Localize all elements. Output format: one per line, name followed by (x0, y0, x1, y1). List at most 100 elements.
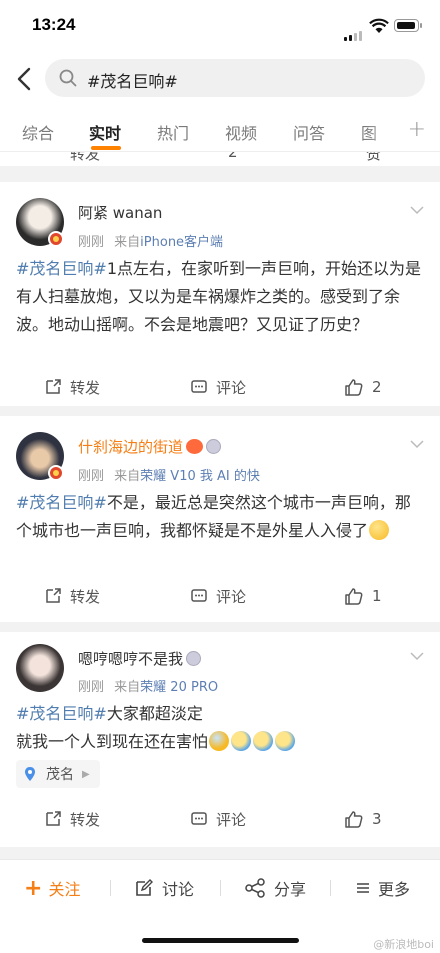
more-button[interactable]: 更多 (356, 876, 410, 900)
location-pin-icon (25, 767, 35, 781)
source-prefix: 来自 (114, 235, 141, 250)
comment-icon (191, 589, 207, 602)
repost-label: 转发 (70, 587, 101, 606)
location-tag[interactable]: 茂名 ▶ (16, 760, 100, 788)
post-source[interactable]: 荣耀 20 PRO (140, 680, 218, 695)
search-query: #茂名巨响# (87, 72, 178, 91)
comment-label: 评论 (216, 587, 247, 606)
post-actions: 转发 评论 3 (0, 802, 440, 836)
follow-label: 关注 (48, 880, 81, 899)
active-tab-indicator (91, 146, 121, 150)
post-body: 大家都超淡定 (106, 704, 203, 723)
tab-video[interactable]: 视频 (225, 120, 257, 144)
repost-label: 转发 (70, 810, 101, 829)
like-button[interactable]: 1 (344, 579, 382, 613)
share-icon (245, 878, 265, 898)
battery-icon (394, 19, 422, 32)
comment-label: 评论 (216, 810, 247, 829)
share-label: 分享 (274, 880, 307, 899)
post-meta: 刚刚 来自iPhone客户端 (78, 231, 223, 250)
like-count: 2 (372, 378, 382, 396)
comment-button[interactable]: 评论 (190, 579, 246, 613)
bottom-action-bar: + 关注 讨论 分享 更多 @新浪地boi (0, 859, 440, 953)
post-time: 刚刚 (78, 235, 105, 250)
post-text: #茂名巨响#大家都超淡定 就我一个人到现在还在害怕 (16, 700, 426, 756)
discuss-label: 讨论 (162, 880, 195, 899)
like-button[interactable]: 3 (344, 802, 382, 836)
prev-like[interactable]: 赞 (366, 152, 381, 164)
wifi-icon (369, 18, 389, 33)
post-source[interactable]: 荣耀 V10 我 AI 的快 (140, 469, 260, 484)
chevron-right-icon: ▶ (82, 768, 90, 780)
chevron-down-icon[interactable] (410, 440, 424, 449)
level-badge-icon (186, 651, 202, 666)
comment-button[interactable]: 评论 (190, 802, 246, 836)
post-username[interactable]: 什刹海边的街道 (78, 436, 222, 457)
repost-button[interactable]: 转发 (44, 802, 100, 836)
divider (110, 880, 111, 896)
signal-icon (344, 22, 364, 41)
repost-label: 转发 (70, 378, 101, 397)
post-meta: 刚刚 来自荣耀 V10 我 AI 的快 (78, 465, 260, 484)
tab-qa[interactable]: 问答 (293, 120, 325, 144)
repost-button[interactable]: 转发 (44, 370, 100, 404)
post-body-line2: 就我一个人到现在还在害怕 (16, 732, 209, 751)
post-text: #茂名巨响#不是，最近总是突然这个城市一声巨响，那个城市也一声巨响，我都怀疑是不… (16, 489, 426, 545)
dizzy-emoji-icon (369, 520, 390, 540)
location-label: 茂名 (46, 767, 74, 783)
thumbs-up-icon (345, 379, 363, 396)
hashtag-link[interactable]: #茂名巨响# (16, 704, 107, 723)
hashtag-link[interactable]: #茂名巨响# (16, 259, 107, 278)
crying-emoji-icon (231, 731, 252, 751)
tab-comprehensive[interactable]: 综合 (22, 120, 54, 144)
like-button[interactable]: 2 (344, 370, 382, 404)
post-username[interactable]: 阿紧 wanan (78, 202, 162, 223)
post-text: #茂名巨响#1点左右，在家听到一声巨响，开始还以为是有人扫墓放炮，又以为是车祸爆… (16, 255, 426, 339)
verified-badge-icon (48, 465, 64, 481)
thumbs-up-icon (345, 811, 363, 828)
post-meta: 刚刚 来自荣耀 20 PRO (78, 676, 218, 695)
comment-button[interactable]: 评论 (190, 370, 246, 404)
username-text: 什刹海边的街道 (78, 438, 184, 456)
repost-button[interactable]: 转发 (44, 579, 100, 613)
source-prefix: 来自 (114, 469, 141, 484)
avatar[interactable] (16, 644, 64, 692)
add-tab-icon[interactable]: + (408, 117, 426, 142)
tab-fade (366, 108, 406, 148)
tab-bar: 综合 实时 热门 视频 问答 图 + (0, 104, 440, 152)
menu-icon (357, 883, 369, 893)
repost-icon (46, 379, 61, 394)
plus-icon: + (24, 875, 43, 901)
post-card: 阿紧 wanan 刚刚 来自iPhone客户端 #茂名巨响#1点左右，在家听到一… (0, 182, 440, 406)
repost-icon (46, 588, 61, 603)
prev-comment-count[interactable]: 2 (228, 152, 238, 161)
home-indicator (142, 938, 299, 943)
search-input[interactable]: #茂名巨响# (45, 59, 425, 97)
prev-repost[interactable]: 转发 (70, 152, 100, 164)
tab-hot[interactable]: 热门 (157, 120, 189, 144)
back-icon[interactable] (12, 64, 36, 94)
follow-button[interactable]: + 关注 (24, 875, 81, 901)
chevron-down-icon[interactable] (410, 206, 424, 215)
post-card: 嗯哼嗯哼不是我 刚刚 来自荣耀 20 PRO #茂名巨响#大家都超淡定 就我一个… (0, 632, 440, 847)
share-button[interactable]: 分享 (244, 876, 306, 900)
chevron-down-icon[interactable] (410, 652, 424, 661)
post-time: 刚刚 (78, 680, 105, 695)
discuss-button[interactable]: 讨论 (134, 876, 194, 900)
tab-realtime[interactable]: 实时 (89, 120, 121, 144)
post-actions: 转发 评论 2 (0, 370, 440, 404)
divider (220, 880, 221, 896)
like-count: 3 (372, 810, 382, 828)
status-time: 13:24 (32, 15, 76, 34)
post-source[interactable]: iPhone客户端 (140, 235, 223, 250)
comment-icon (191, 380, 207, 393)
search-header: #茂名巨响# (0, 54, 440, 104)
comment-icon (191, 812, 207, 825)
hashtag-link[interactable]: #茂名巨响# (16, 493, 107, 512)
post-card: 什刹海边的街道 刚刚 来自荣耀 V10 我 AI 的快 #茂名巨响#不是，最近总… (0, 416, 440, 622)
post-username[interactable]: 嗯哼嗯哼不是我 (78, 648, 202, 669)
thumbs-up-icon (345, 588, 363, 605)
post-actions: 转发 评论 1 (0, 579, 440, 613)
status-bar: 13:24 (0, 0, 440, 54)
source-prefix: 来自 (114, 680, 141, 695)
